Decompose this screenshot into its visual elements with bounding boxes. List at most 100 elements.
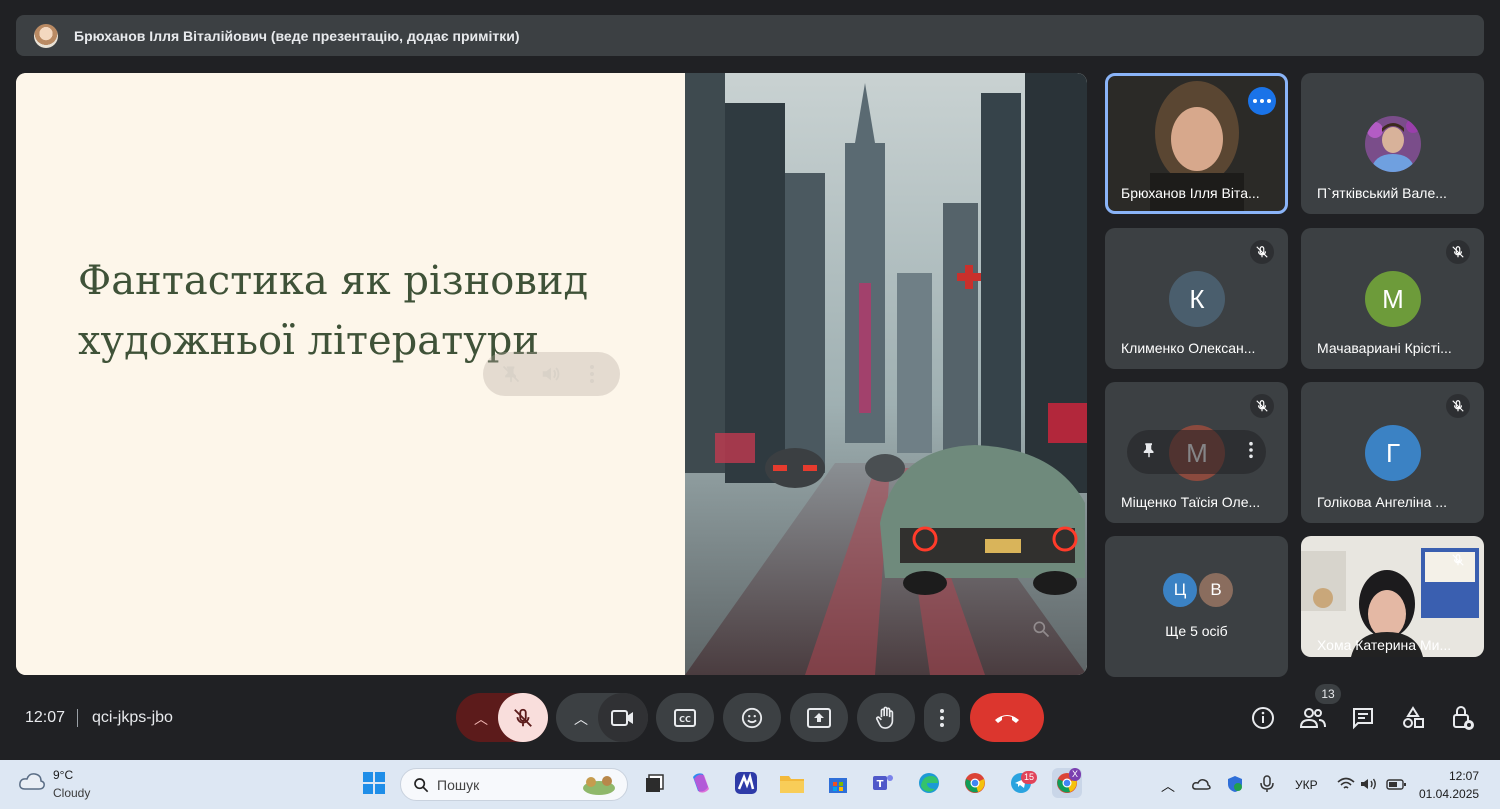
host-controls-button[interactable] — [1449, 704, 1477, 732]
search-highlight-icon — [583, 775, 615, 795]
participant-tile[interactable]: Г Голікова Ангеліна ... — [1301, 382, 1484, 523]
end-call-icon — [995, 714, 1019, 723]
store-button[interactable] — [823, 768, 853, 798]
copilot-button[interactable] — [686, 768, 716, 798]
weather-temperature: 9°C — [53, 768, 74, 782]
taskbar-search[interactable]: Пошук — [400, 768, 628, 801]
raise-hand-icon — [876, 706, 894, 729]
participant-name: Брюханов Ілля Віта... — [1121, 185, 1260, 201]
mic-off-icon — [514, 708, 532, 727]
language-indicator[interactable]: УКР — [1295, 778, 1318, 792]
store-icon — [829, 778, 847, 793]
activities-button[interactable] — [1399, 704, 1427, 732]
pin-icon[interactable] — [1140, 441, 1158, 464]
camera-icon — [611, 709, 633, 726]
end-call-button[interactable] — [970, 693, 1044, 742]
security-icon[interactable] — [1226, 775, 1244, 793]
avatar-group: Ц В — [1163, 573, 1233, 607]
chrome-profile-button[interactable] — [960, 768, 990, 798]
telegram-badge: 15 — [1021, 771, 1038, 784]
participant-name: П`ятківський Вале... — [1317, 185, 1447, 201]
clock-date[interactable]: 01.04.2025 — [1419, 787, 1479, 801]
volume-icon[interactable] — [537, 360, 565, 388]
chevron-up-icon[interactable]: ︿ — [474, 709, 488, 729]
presentation-hover-controls — [483, 352, 620, 396]
participant-tile[interactable]: М Мачаварианi Крісті... — [1301, 228, 1484, 369]
battery-icon[interactable] — [1386, 779, 1406, 790]
chat-button[interactable] — [1349, 704, 1377, 732]
participant-name: Мачаварианi Крісті... — [1317, 340, 1452, 356]
microphone-icon[interactable] — [1260, 775, 1274, 793]
activities-icon — [1403, 706, 1424, 728]
zoom-icon — [1033, 621, 1050, 638]
chevron-up-icon[interactable]: ︿ — [574, 709, 588, 729]
folder-icon — [780, 776, 804, 793]
present-icon — [807, 707, 831, 728]
more-options-icon[interactable] — [1248, 87, 1276, 115]
participant-tile[interactable]: М Міщенко Таїсія Оле... — [1105, 382, 1288, 523]
edge-icon — [919, 773, 939, 793]
mic-off-icon — [1250, 394, 1274, 418]
app-button[interactable] — [731, 768, 761, 798]
participant-tile[interactable]: К Клименко Олексан... — [1105, 228, 1288, 369]
tray-chevron-icon[interactable]: ︿ — [1161, 776, 1175, 796]
avatar: М — [1365, 271, 1421, 327]
chrome-badge: X — [1069, 768, 1082, 781]
emoji-button[interactable] — [723, 693, 781, 742]
unpin-icon[interactable] — [497, 360, 525, 388]
participant-tile[interactable]: Брюханов Ілля Віта... — [1105, 73, 1288, 214]
info-button[interactable] — [1249, 704, 1277, 732]
more-options-icon[interactable] — [578, 360, 606, 388]
people-button[interactable] — [1299, 704, 1327, 732]
clock-time[interactable]: 12:07 — [1449, 769, 1479, 783]
participant-tile[interactable]: Хома Катерина Ми... — [1301, 536, 1484, 657]
info-icon — [1252, 707, 1274, 729]
file-explorer-button[interactable] — [777, 768, 807, 798]
host-controls-icon — [1453, 706, 1474, 730]
participant-tile[interactable]: П`ятківський Вале... — [1301, 73, 1484, 214]
avatar: Г — [1365, 425, 1421, 481]
windows-icon — [363, 772, 385, 794]
avatar: В — [1199, 573, 1233, 607]
cloud-icon — [19, 773, 45, 790]
mic-off-icon — [1446, 548, 1470, 572]
mic-off-icon — [1446, 394, 1470, 418]
task-view-icon — [646, 774, 664, 792]
camera-toggle-button[interactable] — [598, 693, 648, 742]
participant-name: Хома Катерина Ми... — [1317, 637, 1452, 653]
wifi-icon[interactable] — [1337, 777, 1355, 791]
chrome-icon — [965, 773, 985, 793]
raise-hand-button[interactable] — [857, 693, 915, 742]
mic-toggle-button[interactable] — [498, 693, 548, 742]
more-icon — [940, 708, 944, 727]
mic-off-icon — [1250, 240, 1274, 264]
search-placeholder: Пошук — [437, 776, 480, 793]
people-count-badge: 13 — [1315, 684, 1341, 704]
start-button[interactable] — [359, 768, 389, 798]
presenter-avatar — [34, 23, 58, 48]
copilot-icon — [693, 773, 709, 793]
more-participants-tile[interactable]: Ц В Ще 5 осіб — [1105, 536, 1288, 677]
volume-icon[interactable] — [1360, 777, 1378, 791]
edge-button[interactable] — [914, 768, 944, 798]
captions-button[interactable]: CC — [656, 693, 714, 742]
participant-name: Голікова Ангеліна ... — [1317, 494, 1447, 510]
more-participants-label: Ще 5 осіб — [1165, 623, 1228, 639]
task-view-button[interactable] — [640, 768, 670, 798]
participant-name: Клименко Олексан... — [1121, 340, 1256, 356]
present-button[interactable] — [790, 693, 848, 742]
svg-text:CC: CC — [679, 715, 691, 724]
meeting-time: 12:07 — [25, 709, 66, 726]
more-options-button[interactable] — [924, 693, 960, 742]
slide-title-line-1: Фантастика як різновид — [78, 258, 589, 304]
shared-presentation[interactable]: Фантастика як різновид художньої літерат… — [16, 73, 1087, 675]
search-icon — [414, 777, 429, 792]
participant-name: Міщенко Таїсія Оле... — [1121, 494, 1261, 510]
teams-button[interactable]: T — [868, 768, 898, 798]
avatar: К — [1169, 271, 1225, 327]
mic-off-icon — [1446, 240, 1470, 264]
more-options-icon[interactable] — [1248, 441, 1254, 464]
people-icon — [1300, 708, 1326, 728]
slide-city-image — [685, 73, 1087, 675]
onedrive-icon[interactable] — [1191, 777, 1211, 791]
